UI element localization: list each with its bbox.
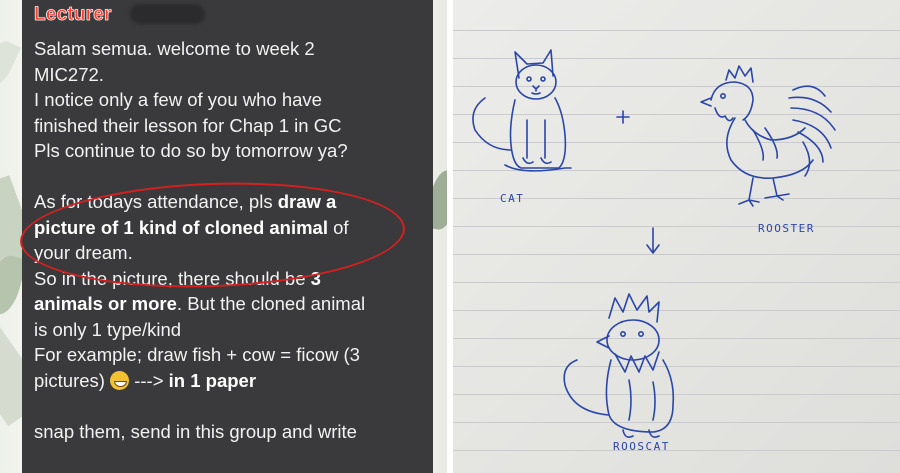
ink-drawings: [472, 49, 836, 438]
rooster-label: ROOSTER: [758, 222, 815, 235]
notebook-photo: CAT ROOSTER ROOSCAT: [453, 0, 900, 473]
message-line: finished their lesson for Chap 1 in GC: [34, 114, 342, 136]
message-line: I notice only a few of you who have: [34, 89, 322, 110]
message-line: pictures) ---> in 1 paper: [34, 369, 257, 391]
cat-drawing: [472, 49, 572, 172]
wallpaper-leaf: [0, 36, 21, 92]
down-arrow: [646, 227, 660, 254]
message-line: For example; draw fish + cow = ficow (3: [34, 344, 360, 365]
plus-sign: [616, 110, 630, 124]
message-line: Pls continue to do so by tomorrow ya?: [34, 140, 348, 161]
message-line: is only 1 type/kind: [34, 318, 182, 340]
rooscat-label: ROOSCAT: [613, 440, 670, 453]
rooster-drawing: [700, 65, 836, 207]
sender-name[interactable]: Lecturer: [34, 4, 112, 26]
redacted-phone: [130, 4, 205, 24]
cat-label: CAT: [500, 192, 525, 205]
sender-row: Lecturer: [34, 4, 112, 30]
grinning-face-emoji: [110, 370, 130, 390]
rooscat-drawing: [563, 293, 675, 438]
message-line: snap them, send in this group and write: [34, 420, 357, 442]
chat-screenshot: Lecturer Salam semua. welcome to week 2 …: [0, 0, 447, 473]
message-line: MIC272.: [34, 63, 104, 85]
message-line: animals or more. But the cloned animal: [34, 293, 366, 314]
message-line: Salam semua. welcome to week 2: [34, 38, 315, 59]
